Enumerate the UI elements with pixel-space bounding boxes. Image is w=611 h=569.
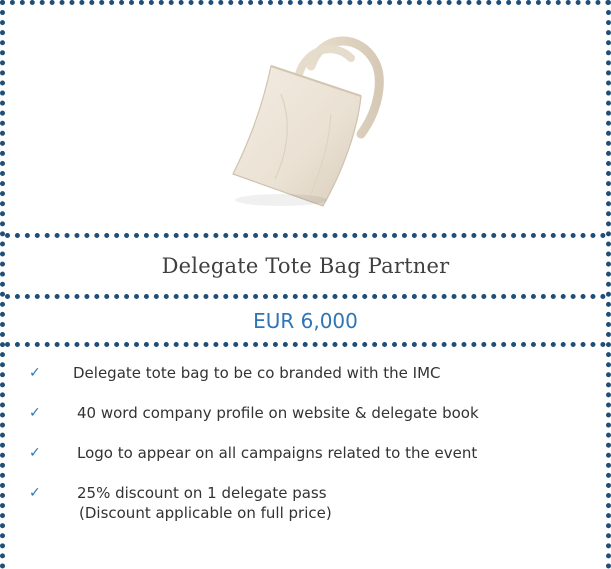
tote-bag-image <box>231 36 384 207</box>
benefit-note: (Discount applicable on full price) <box>79 504 332 522</box>
divider-3 <box>5 342 606 347</box>
check-icon: ✓ <box>29 405 41 421</box>
package-price-row: EUR 6,000 <box>5 299 606 342</box>
product-image-area <box>5 5 606 233</box>
benefit-text: Logo to appear on all campaigns related … <box>77 444 478 462</box>
check-icon: ✓ <box>29 485 41 501</box>
check-icon: ✓ <box>29 365 41 381</box>
check-icon: ✓ <box>29 445 41 461</box>
benefit-text: 40 word company profile on website & del… <box>77 404 479 422</box>
benefit-text: 25% discount on 1 delegate pass <box>77 484 327 502</box>
benefit-text: Delegate tote bag to be co branded with … <box>73 364 441 382</box>
sponsorship-card: Delegate Tote Bag Partner EUR 6,000 ✓ De… <box>0 0 611 569</box>
package-title-row: Delegate Tote Bag Partner <box>5 238 606 294</box>
package-price: EUR 6,000 <box>253 308 358 333</box>
package-title: Delegate Tote Bag Partner <box>161 254 450 278</box>
